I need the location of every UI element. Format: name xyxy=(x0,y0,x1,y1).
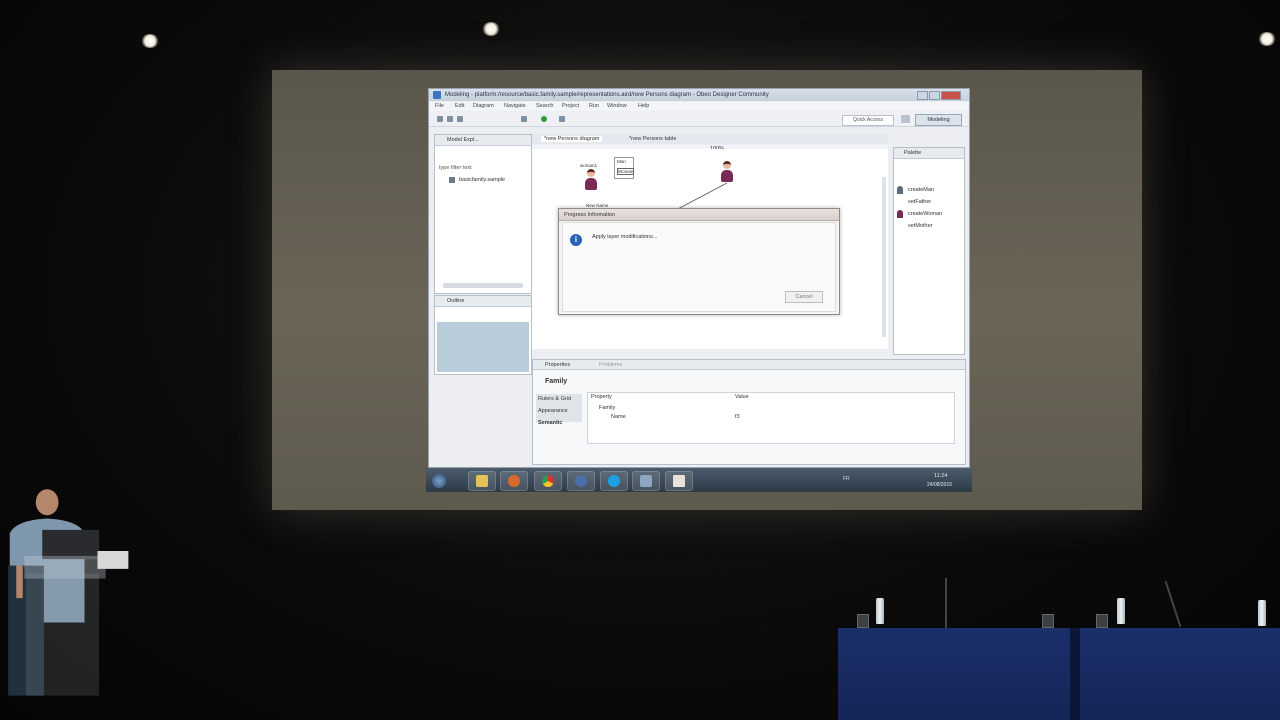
water-bottle xyxy=(876,598,884,624)
tab-persons-diagram[interactable]: *new Persons diagram xyxy=(541,136,603,142)
property-table xyxy=(587,392,955,444)
properties-element-title: Family xyxy=(545,378,568,385)
column-value: Value xyxy=(735,394,749,400)
panel-table xyxy=(838,628,1280,720)
quick-access-input[interactable]: Quick Access xyxy=(842,115,894,126)
man-icon xyxy=(897,186,903,194)
tab-persons-table[interactable]: *new Persons table xyxy=(629,136,676,142)
outline-tab[interactable]: Outline xyxy=(447,298,464,304)
palette-tool-createwoman[interactable]: createWoman xyxy=(908,211,942,217)
project-icon xyxy=(449,177,455,183)
maximize-button[interactable] xyxy=(929,91,940,100)
taskbar-chrome[interactable] xyxy=(534,471,562,491)
property-name-value[interactable]: f3 xyxy=(735,414,740,420)
water-glass xyxy=(1042,614,1054,628)
table-seam xyxy=(1070,628,1080,720)
model-explorer-tab[interactable]: Model Expl... xyxy=(447,137,479,143)
column-property: Property xyxy=(591,394,612,400)
taskbar-explorer[interactable] xyxy=(468,471,496,491)
progress-dialog: Progress Information i Apply layer modif… xyxy=(558,208,840,315)
property-group-family[interactable]: Family xyxy=(599,405,615,411)
palette-tool-setfather[interactable]: setFather xyxy=(908,199,931,205)
ceiling-light xyxy=(141,34,159,48)
save-icon[interactable] xyxy=(447,116,453,122)
palette-pane: Palette createMan setFather createWoman … xyxy=(893,147,965,355)
menu-diagram[interactable]: Diagram xyxy=(473,103,494,109)
print-icon[interactable] xyxy=(457,116,463,122)
dialog-message: Apply layer modifications... xyxy=(592,234,658,240)
open-perspective-icon[interactable] xyxy=(901,115,910,123)
side-tab-semantic[interactable]: Semantic xyxy=(538,420,562,426)
ceiling-light xyxy=(1258,32,1276,46)
window-title: Modeling - platform:/resource/basic.fami… xyxy=(445,92,769,98)
cancel-button[interactable]: Cancel xyxy=(785,291,823,303)
modeling-perspective-button[interactable]: Modeling xyxy=(915,114,962,126)
tab-properties[interactable]: Properties xyxy=(545,362,570,368)
minimize-button[interactable] xyxy=(917,91,928,100)
dialog-title: Progress Information xyxy=(564,212,616,218)
menu-file[interactable]: File xyxy=(435,103,444,109)
taskbar-skype[interactable] xyxy=(600,471,628,491)
taskbar-media[interactable] xyxy=(500,471,528,491)
palette-tool-createman[interactable]: createMan xyxy=(908,187,934,193)
menu-help[interactable]: Help xyxy=(638,103,649,109)
properties-pane: Properties Problems Family Rulers & Grid… xyxy=(532,359,966,465)
run-icon[interactable] xyxy=(541,116,547,122)
taskbar-eclipse[interactable] xyxy=(632,471,660,491)
taskbar-app[interactable] xyxy=(567,471,595,491)
language-indicator[interactable]: FR xyxy=(843,476,850,482)
water-bottle xyxy=(1258,600,1266,626)
menu-run[interactable]: Run xyxy=(589,103,599,109)
outline-thumbnail[interactable] xyxy=(437,322,529,372)
menu-window[interactable]: Window xyxy=(607,103,627,109)
water-glass xyxy=(857,614,869,628)
horizontal-scrollbar[interactable] xyxy=(443,283,523,288)
new-icon[interactable] xyxy=(437,116,443,122)
water-glass xyxy=(1096,614,1108,628)
properties-header xyxy=(533,360,965,370)
filter-input[interactable]: type filter text xyxy=(439,165,472,171)
tree-item-basicfamily[interactable]: basicfamily.sample xyxy=(459,177,505,183)
menu-navigate[interactable]: Navigate xyxy=(504,103,526,109)
outline-pane: Outline xyxy=(434,295,532,375)
water-bottle xyxy=(1117,598,1125,624)
tab-problems[interactable]: Problems xyxy=(599,362,622,368)
palette-title: Palette xyxy=(904,150,922,156)
start-button-icon[interactable] xyxy=(432,474,446,488)
vertical-scrollbar[interactable] xyxy=(882,177,886,337)
clock-time[interactable]: 11:24 xyxy=(934,473,947,479)
menu-project[interactable]: Project xyxy=(562,103,579,109)
debug-icon[interactable] xyxy=(521,116,527,122)
property-name-label: Name xyxy=(611,414,626,420)
side-tab-appearance[interactable]: Appearance xyxy=(538,408,568,414)
close-button[interactable] xyxy=(941,91,961,100)
woman-icon xyxy=(897,210,903,218)
ceiling-light xyxy=(482,22,500,36)
info-icon: i xyxy=(570,234,582,246)
speaker-at-podium xyxy=(8,489,129,696)
menu-edit[interactable]: Edit xyxy=(455,103,464,109)
app-icon xyxy=(433,91,441,99)
side-tab-rulers-grid[interactable]: Rulers & Grid xyxy=(538,396,571,402)
model-explorer-pane: Model Expl... type filter text basicfami… xyxy=(434,134,532,294)
table-microphone xyxy=(945,578,947,628)
menu-search[interactable]: Search xyxy=(536,103,553,109)
taskbar-presentation[interactable] xyxy=(665,471,693,491)
palette-tool-setmother[interactable]: setMother xyxy=(908,223,932,229)
search-icon[interactable] xyxy=(559,116,565,122)
clock-date[interactable]: 24/08/2015 xyxy=(927,482,952,488)
